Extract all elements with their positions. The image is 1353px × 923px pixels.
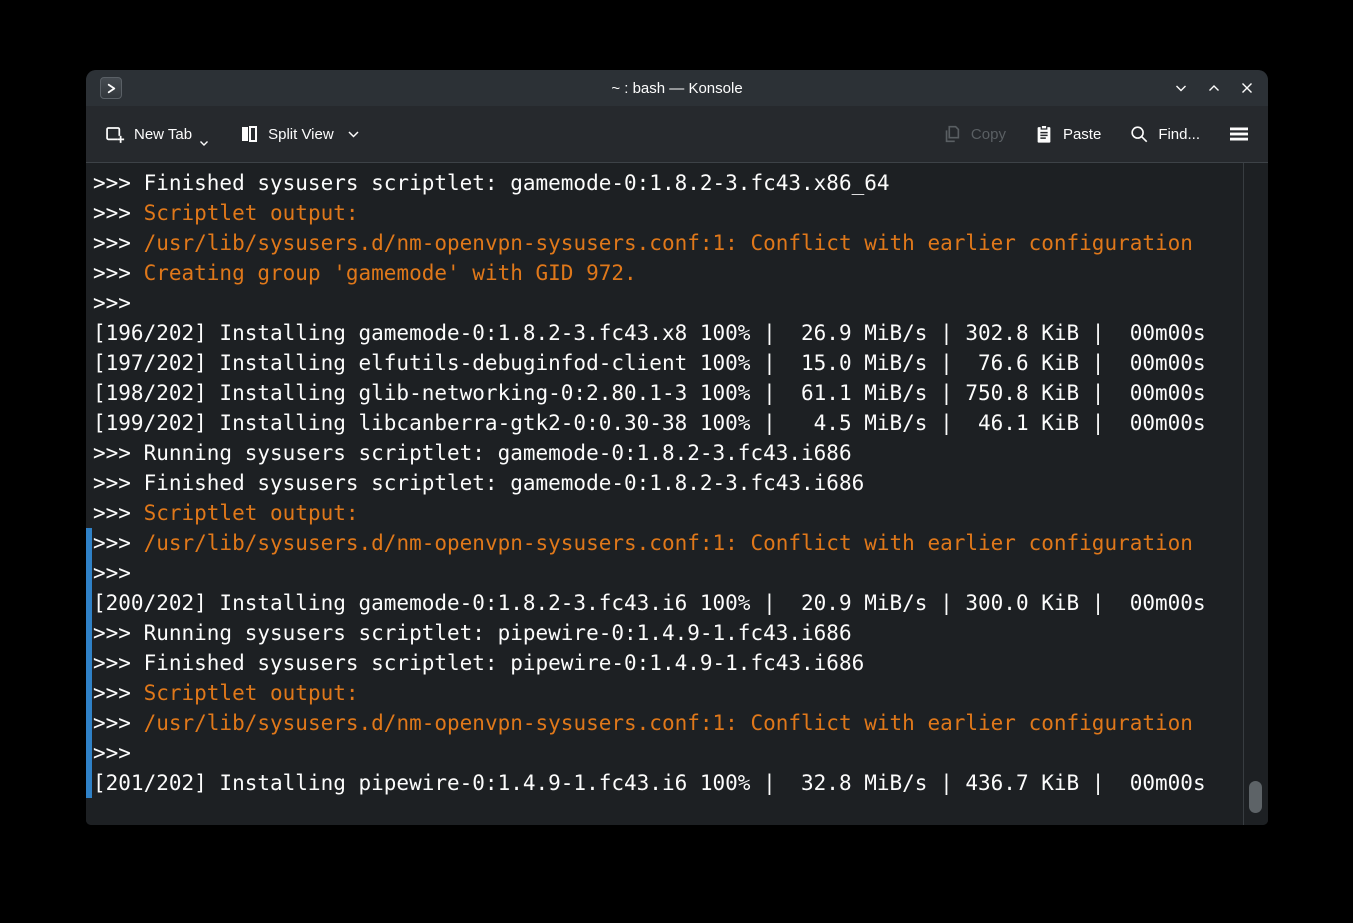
terminal-line: >>> xyxy=(86,738,1268,768)
new-output-marker xyxy=(86,648,92,678)
new-output-marker xyxy=(86,678,92,708)
terminal-line: [201/202] Installing pipewire-0:1.4.9-1.… xyxy=(86,768,1268,798)
new-output-marker xyxy=(86,618,92,648)
new-output-marker xyxy=(86,708,92,738)
terminal-text-segment: [199/202] Installing libcanberra-gtk2-0:… xyxy=(93,411,1206,435)
terminal-text-segment: >>> xyxy=(93,531,144,555)
copy-button[interactable]: Copy xyxy=(942,124,1006,144)
chevron-down-icon xyxy=(1173,80,1189,96)
new-tab-button[interactable]: New Tab xyxy=(104,124,209,145)
terminal-prompt-icon xyxy=(105,82,118,95)
scrollbar[interactable] xyxy=(1243,163,1268,825)
new-output-marker xyxy=(86,558,92,588)
titlebar[interactable]: ~ : bash — Konsole xyxy=(86,70,1268,106)
paste-icon xyxy=(1034,124,1054,144)
terminal-text-segment: [198/202] Installing glib-networking-0:2… xyxy=(93,381,1206,405)
terminal-text-segment: Scriptlet output: xyxy=(144,501,359,525)
split-view-icon xyxy=(239,124,259,144)
terminal-text-segment: [196/202] Installing gamemode-0:1.8.2-3.… xyxy=(93,321,1206,345)
terminal-text-segment: >>> xyxy=(93,231,144,255)
scrollbar-thumb[interactable] xyxy=(1249,781,1262,813)
terminal-text-segment: /usr/lib/sysusers.d/nm-openvpn-sysusers.… xyxy=(144,231,1193,255)
terminal-text-segment: >>> Running sysusers scriptlet: pipewire… xyxy=(93,621,852,645)
toolbar-right-group: Copy Paste xyxy=(942,124,1250,144)
terminal-text-segment: >>> Finished sysusers scriptlet: pipewir… xyxy=(93,651,864,675)
maximize-button[interactable] xyxy=(1205,79,1223,97)
konsole-window: ~ : bash — Konsole xyxy=(86,70,1268,825)
terminal-text-segment: >>> xyxy=(93,681,144,705)
close-button[interactable] xyxy=(1238,79,1256,97)
terminal-line: [199/202] Installing libcanberra-gtk2-0:… xyxy=(86,408,1268,438)
paste-label: Paste xyxy=(1063,126,1101,143)
find-button[interactable]: Find... xyxy=(1129,124,1200,144)
terminal-line: [200/202] Installing gamemode-0:1.8.2-3.… xyxy=(86,588,1268,618)
terminal-line: >>> Running sysusers scriptlet: pipewire… xyxy=(86,618,1268,648)
terminal-line: [198/202] Installing glib-networking-0:2… xyxy=(86,378,1268,408)
terminal-line: >>> Finished sysusers scriptlet: gamemod… xyxy=(86,168,1268,198)
new-output-marker xyxy=(86,768,92,798)
chevron-up-icon xyxy=(1206,80,1222,96)
split-view-button[interactable]: Split View xyxy=(239,124,360,144)
paste-button[interactable]: Paste xyxy=(1034,124,1101,144)
new-tab-caret-icon xyxy=(199,134,209,151)
terminal-text-segment: [201/202] Installing pipewire-0:1.4.9-1.… xyxy=(93,771,1206,795)
terminal-text-segment: >>> xyxy=(93,291,131,315)
menu-button[interactable] xyxy=(1228,124,1250,144)
hamburger-icon xyxy=(1228,124,1250,144)
terminal-text-segment: >>> xyxy=(93,561,131,585)
copy-icon xyxy=(942,124,962,144)
window-title: ~ : bash — Konsole xyxy=(86,80,1268,97)
copy-label: Copy xyxy=(971,126,1006,143)
terminal-text-segment: >>> Finished sysusers scriptlet: gamemod… xyxy=(93,171,890,195)
search-icon xyxy=(1129,124,1149,144)
terminal-line: [197/202] Installing elfutils-debuginfod… xyxy=(86,348,1268,378)
terminal-text-segment: Creating group 'gamemode' with GID 972. xyxy=(144,261,637,285)
toolbar-left-group: New Tab Split View xyxy=(104,124,360,145)
new-output-marker xyxy=(86,738,92,768)
konsole-app-icon[interactable] xyxy=(100,77,122,99)
split-view-caret-icon xyxy=(347,126,360,143)
terminal-line: >>> Scriptlet output: xyxy=(86,678,1268,708)
find-label: Find... xyxy=(1158,126,1200,143)
terminal-line: >>> Finished sysusers scriptlet: pipewir… xyxy=(86,648,1268,678)
terminal-text-segment: >>> xyxy=(93,201,144,225)
terminal-line: >>> Scriptlet output: xyxy=(86,498,1268,528)
minimize-button[interactable] xyxy=(1172,79,1190,97)
terminal-text-segment: /usr/lib/sysusers.d/nm-openvpn-sysusers.… xyxy=(144,531,1193,555)
terminal-line: >>> Finished sysusers scriptlet: gamemod… xyxy=(86,468,1268,498)
new-output-marker xyxy=(86,528,92,558)
terminal-line: >>> xyxy=(86,288,1268,318)
split-view-label: Split View xyxy=(268,126,334,143)
window-controls xyxy=(1172,79,1256,97)
terminal-line: >>> /usr/lib/sysusers.d/nm-openvpn-sysus… xyxy=(86,228,1268,258)
terminal-text-segment: >>> xyxy=(93,741,131,765)
terminal-output[interactable]: >>> Finished sysusers scriptlet: gamemod… xyxy=(86,163,1268,825)
terminal-line: >>> xyxy=(86,558,1268,588)
desktop-background: ~ : bash — Konsole xyxy=(0,0,1353,923)
terminal-line: >>> Creating group 'gamemode' with GID 9… xyxy=(86,258,1268,288)
terminal-text-segment: [200/202] Installing gamemode-0:1.8.2-3.… xyxy=(93,591,1206,615)
terminal-line: >>> /usr/lib/sysusers.d/nm-openvpn-sysus… xyxy=(86,708,1268,738)
terminal-line: >>> Scriptlet output: xyxy=(86,198,1268,228)
terminal-text-segment: >>> Finished sysusers scriptlet: gamemod… xyxy=(93,471,864,495)
terminal-text-segment: >>> Running sysusers scriptlet: gamemode… xyxy=(93,441,852,465)
terminal-line: >>> Running sysusers scriptlet: gamemode… xyxy=(86,438,1268,468)
close-icon xyxy=(1239,80,1255,96)
terminal-text-segment: >>> xyxy=(93,501,144,525)
terminal-text-segment: Scriptlet output: xyxy=(144,201,359,225)
new-tab-icon xyxy=(104,124,125,145)
terminal-text-segment: Scriptlet output: xyxy=(144,681,359,705)
terminal-text-segment: [197/202] Installing elfutils-debuginfod… xyxy=(93,351,1206,375)
new-output-marker xyxy=(86,588,92,618)
new-tab-label: New Tab xyxy=(134,126,192,143)
terminal-lines: >>> Finished sysusers scriptlet: gamemod… xyxy=(86,168,1268,798)
terminal-line: [196/202] Installing gamemode-0:1.8.2-3.… xyxy=(86,318,1268,348)
terminal-text-segment: >>> xyxy=(93,711,144,735)
terminal-text-segment: >>> xyxy=(93,261,144,285)
terminal-line: >>> /usr/lib/sysusers.d/nm-openvpn-sysus… xyxy=(86,528,1268,558)
toolbar: New Tab Split View xyxy=(86,106,1268,163)
terminal-text-segment: /usr/lib/sysusers.d/nm-openvpn-sysusers.… xyxy=(144,711,1193,735)
